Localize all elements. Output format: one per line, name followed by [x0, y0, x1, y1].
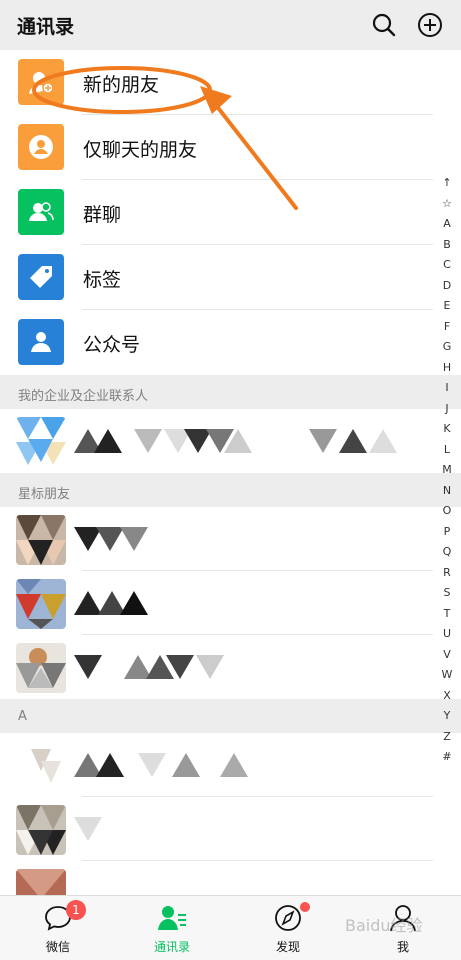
contact-name-mosaic: [74, 817, 102, 841]
watermark: Baidu经验: [345, 916, 423, 935]
index-letter[interactable]: K: [439, 419, 455, 440]
avatar: [16, 579, 66, 629]
contact-name-mosaic: [74, 527, 148, 551]
index-letter[interactable]: P: [439, 522, 455, 543]
starred-contact-row[interactable]: [0, 571, 461, 635]
tag-icon: [18, 254, 64, 300]
official-accounts-item[interactable]: 公众号: [0, 310, 461, 375]
index-letter[interactable]: H: [439, 358, 455, 379]
index-letter[interactable]: C: [439, 255, 455, 276]
enterprise-contact-row[interactable]: [0, 409, 461, 473]
tags-label: 标签: [83, 269, 122, 291]
contact-row[interactable]: [0, 733, 461, 797]
starred-contact-row[interactable]: [0, 507, 461, 571]
index-letter[interactable]: B: [439, 235, 455, 256]
section-header-a: A: [0, 699, 461, 733]
tab-chats[interactable]: 1 微信: [18, 896, 98, 960]
unread-badge: 1: [66, 900, 86, 920]
notification-dot: [300, 902, 310, 912]
index-letter[interactable]: L: [439, 440, 455, 461]
official-accounts-label: 公众号: [83, 334, 141, 356]
alphabet-index[interactable]: ↑ ☆ A B C D E F G H I J K L M N O P Q R S T U V W X Y Z #: [439, 173, 455, 768]
index-letter[interactable]: N: [439, 481, 455, 502]
index-letter[interactable]: O: [439, 501, 455, 522]
avatar: [16, 417, 66, 467]
contact-row[interactable]: [0, 797, 461, 861]
index-letter[interactable]: D: [439, 276, 455, 297]
section-header-enterprise: 我的企业及企业联系人: [0, 375, 461, 409]
index-letter[interactable]: S: [439, 583, 455, 604]
index-letter[interactable]: T: [439, 604, 455, 625]
section-header-starred: 星标朋友: [0, 473, 461, 507]
index-letter[interactable]: #: [439, 747, 455, 768]
tab-contacts[interactable]: 通讯录: [132, 896, 212, 960]
avatar: [16, 643, 66, 693]
index-letter[interactable]: F: [439, 317, 455, 338]
index-letter[interactable]: Y: [439, 706, 455, 727]
index-letter[interactable]: U: [439, 624, 455, 645]
plus-circle-icon[interactable]: [416, 11, 444, 39]
index-letter[interactable]: R: [439, 563, 455, 584]
index-letter[interactable]: M: [439, 460, 455, 481]
contact-name-mosaic: [74, 655, 224, 679]
index-letter[interactable]: E: [439, 296, 455, 317]
avatar: [16, 515, 66, 565]
tab-discover[interactable]: 发现: [248, 896, 328, 960]
contacts-icon: [158, 906, 186, 930]
index-letter[interactable]: Z: [439, 727, 455, 748]
annotation-overlay: [32, 66, 298, 210]
avatar: [16, 805, 66, 855]
index-letter[interactable]: I: [439, 378, 455, 399]
tags-item[interactable]: 标签: [0, 245, 461, 310]
header: 通讯录: [0, 0, 461, 50]
avatar: [16, 741, 66, 791]
search-icon[interactable]: [370, 11, 398, 39]
contact-name-mosaic: [74, 753, 248, 777]
starred-contact-row[interactable]: [0, 635, 461, 699]
index-letter[interactable]: X: [439, 686, 455, 707]
index-letter[interactable]: W: [439, 665, 455, 686]
page-title: 通讯录: [17, 16, 75, 38]
official-account-icon: [18, 319, 64, 365]
contact-name-mosaic: [74, 429, 397, 453]
index-letter[interactable]: J: [439, 399, 455, 420]
contact-name-mosaic: [74, 591, 148, 615]
index-letter[interactable]: V: [439, 645, 455, 666]
index-letter[interactable]: G: [439, 337, 455, 358]
index-letter[interactable]: Q: [439, 542, 455, 563]
